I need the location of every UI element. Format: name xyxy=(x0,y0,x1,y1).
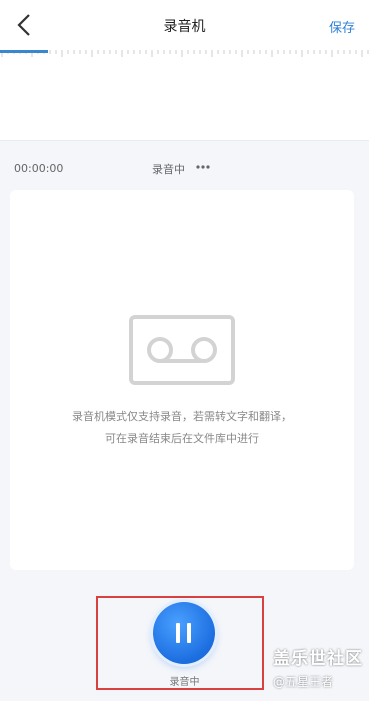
hint-line-2: 可在录音结束后在文件库中进行 xyxy=(105,432,259,445)
recording-time: 00:00:00 xyxy=(14,162,64,175)
recording-panel: 录音机模式仅支持录音，若需转文字和翻译， 可在录音结束后在文件库中进行 xyxy=(10,190,354,570)
waveform-progress xyxy=(0,50,48,53)
watermark-sub: @五星王者 xyxy=(273,675,334,689)
pause-button[interactable] xyxy=(153,602,215,664)
recording-status: 录音中 xyxy=(152,163,185,176)
hint-line-1: 录音机模式仅支持录音，若需转文字和翻译， xyxy=(72,410,292,423)
ruler-ticks xyxy=(1,50,369,57)
mode-hint: 录音机模式仅支持录音，若需转文字和翻译， 可在录音结束后在文件库中进行 xyxy=(10,406,354,450)
app-header: 录音机 保存 xyxy=(0,0,369,50)
save-button[interactable]: 保存 xyxy=(329,17,355,36)
voicemail-tape-icon xyxy=(129,315,235,385)
page-title: 录音机 xyxy=(163,19,206,35)
watermark-main: 盖乐世社区 xyxy=(273,649,363,669)
watermark: 盖乐世社区 @五星王者 xyxy=(273,644,363,690)
waveform-ruler xyxy=(0,50,369,141)
ellipsis-icon xyxy=(196,165,210,169)
status-row: 00:00:00 录音中 xyxy=(0,158,369,180)
pause-icon xyxy=(176,623,191,643)
